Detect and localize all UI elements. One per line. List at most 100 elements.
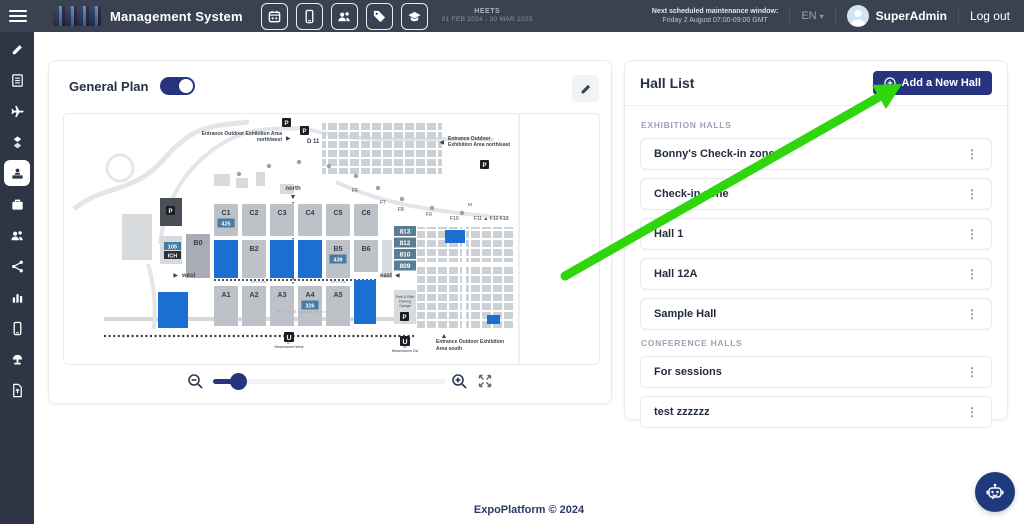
chatbot-button[interactable] bbox=[975, 472, 1015, 512]
kebab-menu-icon[interactable]: ⋮ bbox=[966, 188, 978, 200]
hall-list-item[interactable]: Hall 1 ⋮ bbox=[640, 218, 992, 250]
map-hall-highlight[interactable] bbox=[158, 292, 188, 328]
map-label: Entrance Outdoor Exhibition bbox=[436, 339, 504, 345]
pencil-icon bbox=[579, 82, 593, 96]
sidebar-item-analytics[interactable] bbox=[4, 284, 30, 310]
map-label: F11 ▲ F12 F13 bbox=[474, 216, 509, 222]
ubahn-icon-label: U bbox=[286, 335, 291, 342]
map-hall-label: C5 bbox=[334, 210, 343, 217]
mobile-icon bbox=[302, 9, 317, 24]
kebab-menu-icon[interactable]: ⋮ bbox=[966, 268, 978, 280]
kebab-menu-icon[interactable]: ⋮ bbox=[966, 308, 978, 320]
sidebar-item-attendees[interactable] bbox=[4, 222, 30, 248]
map-hall-highlight[interactable] bbox=[214, 240, 238, 278]
travel-icon bbox=[10, 104, 25, 119]
company-logo bbox=[53, 6, 101, 26]
hall-list-sections: EXHIBITION HALLSBonny's Check-in zone⋮Ch… bbox=[625, 106, 1007, 428]
map-stack-badge-label: 813 bbox=[400, 229, 411, 236]
map-hall-C3[interactable] bbox=[270, 204, 294, 236]
zoom-out-icon[interactable] bbox=[187, 373, 204, 390]
zoom-slider-handle[interactable] bbox=[230, 373, 247, 390]
header-education-button[interactable] bbox=[401, 3, 428, 30]
language-selector[interactable]: EN ▾ bbox=[801, 10, 823, 22]
sidebar-item-mobile[interactable] bbox=[4, 315, 30, 341]
map-hall-label: C4 bbox=[306, 210, 315, 217]
edit-icon bbox=[10, 42, 25, 57]
map-label: ◀ bbox=[395, 273, 400, 279]
event-info: HEETS 01 FEB 2024 - 30 MAR 2025 bbox=[442, 8, 533, 25]
edit-plan-button[interactable] bbox=[572, 75, 599, 102]
parking-icon-label: P bbox=[482, 163, 486, 169]
map-hall-label: C2 bbox=[250, 210, 259, 217]
map-hall-label: C3 bbox=[278, 210, 287, 217]
sidebar-item-badges[interactable] bbox=[4, 129, 30, 155]
kebab-menu-icon[interactable]: ⋮ bbox=[966, 148, 978, 160]
hall-item-label: test zzzzzz bbox=[654, 406, 710, 418]
map-label: north/west bbox=[257, 137, 283, 143]
hall-list-item[interactable]: Hall 12A⋮ bbox=[640, 258, 992, 290]
sidebar-item-edit[interactable] bbox=[4, 36, 30, 62]
hall-list-item[interactable]: For sessions ⋮ bbox=[640, 356, 992, 388]
map-hall-highlight[interactable] bbox=[270, 240, 294, 278]
header-mobile-button[interactable] bbox=[296, 3, 323, 30]
map-building bbox=[214, 174, 230, 186]
kebab-menu-icon[interactable]: ⋮ bbox=[966, 366, 978, 378]
sidebar-item-halls[interactable] bbox=[4, 160, 30, 186]
map-hall-highlight[interactable] bbox=[445, 230, 465, 243]
hamburger-menu-icon[interactable] bbox=[9, 10, 27, 22]
parking-icon-label: P bbox=[284, 121, 288, 127]
kebab-menu-icon[interactable]: ⋮ bbox=[966, 228, 978, 240]
map-hall-B6[interactable] bbox=[354, 240, 378, 272]
zoom-slider[interactable] bbox=[213, 379, 446, 384]
sidebar-item-stands[interactable] bbox=[4, 346, 30, 372]
map-hall-C5[interactable] bbox=[326, 204, 350, 236]
header-divider bbox=[835, 7, 836, 25]
badges-icon bbox=[10, 135, 25, 150]
kebab-menu-icon[interactable]: ⋮ bbox=[966, 406, 978, 418]
hall-list-item[interactable]: test zzzzzz ⋮ bbox=[640, 396, 992, 428]
map-label: Park & Ride bbox=[396, 295, 415, 299]
zoom-in-icon[interactable] bbox=[451, 373, 468, 390]
parking-icon-label: P bbox=[402, 315, 406, 321]
map-hall-C2[interactable] bbox=[242, 204, 266, 236]
map-label: F8 bbox=[398, 207, 404, 213]
map-label: Messedamm Ost bbox=[392, 349, 418, 353]
hall-list-title: Hall List bbox=[640, 75, 694, 91]
map-label: F10 bbox=[450, 216, 459, 222]
map-hall-label: A1 bbox=[222, 292, 231, 299]
add-new-hall-button[interactable]: Add a New Hall bbox=[873, 71, 992, 95]
hall-item-label: Bonny's Check-in zone bbox=[654, 148, 775, 160]
map-hall-C4[interactable] bbox=[298, 204, 322, 236]
floor-plan-map[interactable]: C1425C2C3C4C5C6B0B2B5439B6A1A2A3A4326A58… bbox=[63, 113, 600, 365]
map-hall-highlight[interactable] bbox=[298, 240, 322, 278]
map-hall-C6[interactable] bbox=[354, 204, 378, 236]
header-attendees-button[interactable] bbox=[331, 3, 358, 30]
page: { "header": { "title": "Management Syste… bbox=[0, 0, 1024, 524]
general-plan-toggle[interactable] bbox=[160, 77, 195, 95]
map-hall-highlight[interactable] bbox=[487, 315, 500, 324]
hall-item-label: For sessions bbox=[654, 366, 722, 378]
hall-list-item[interactable]: Sample Hall⋮ bbox=[640, 298, 992, 330]
hall-item-label: Hall 1 bbox=[654, 228, 683, 240]
map-label: Parking bbox=[399, 300, 411, 304]
sidebar-item-share[interactable] bbox=[4, 253, 30, 279]
sidebar-item-registration[interactable] bbox=[4, 67, 30, 93]
map-stack-badge-label: 809 bbox=[400, 263, 411, 270]
hall-list-item[interactable]: Check-in zone⋮ bbox=[640, 178, 992, 210]
map-label: Willy-Brandt-Allee bbox=[277, 310, 332, 314]
header-tag-button[interactable] bbox=[366, 3, 393, 30]
fullscreen-icon[interactable] bbox=[477, 373, 493, 389]
map-label: west bbox=[181, 273, 195, 279]
map-hall-highlight[interactable] bbox=[354, 280, 376, 324]
header-calendar-button[interactable] bbox=[261, 3, 288, 30]
user-menu[interactable]: SuperAdmin bbox=[847, 5, 947, 27]
parking-icon-label: P bbox=[302, 129, 306, 135]
sidebar-item-exhibitors[interactable] bbox=[4, 191, 30, 217]
sidebar-item-travel[interactable] bbox=[4, 98, 30, 124]
logout-button[interactable]: Log out bbox=[970, 9, 1010, 23]
sidebar-item-documents[interactable] bbox=[4, 377, 30, 403]
map-label: F9 bbox=[426, 212, 432, 218]
education-icon bbox=[407, 9, 422, 24]
hall-list-item[interactable]: Bonny's Check-in zone ⋮ bbox=[640, 138, 992, 170]
map-zoom-controls bbox=[49, 369, 613, 395]
